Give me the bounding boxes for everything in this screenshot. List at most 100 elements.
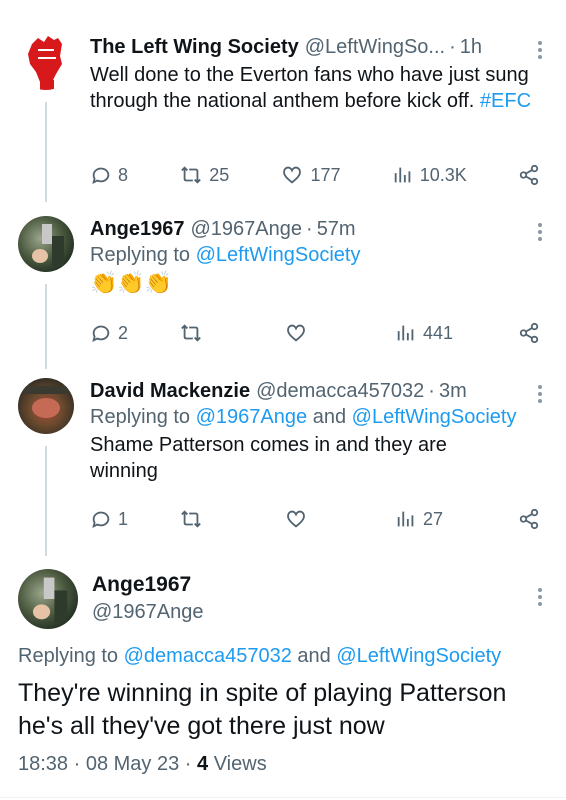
avatar-column bbox=[18, 569, 78, 629]
avatar-ange1967[interactable] bbox=[18, 216, 74, 272]
views-button[interactable]: 10.3K bbox=[392, 164, 467, 186]
reply-button[interactable]: 8 bbox=[90, 164, 128, 186]
views-icon bbox=[397, 511, 414, 527]
separator-dot: · bbox=[73, 753, 86, 775]
action-bar: 8 25 177 10.3K bbox=[90, 164, 540, 186]
views-icon bbox=[394, 167, 411, 183]
share-button[interactable] bbox=[518, 164, 540, 186]
separator-dot: · bbox=[449, 36, 456, 58]
reply-icon bbox=[92, 511, 110, 529]
author-handle[interactable]: @1967Ange bbox=[92, 601, 204, 624]
views-count: 10.3K bbox=[419, 164, 467, 185]
reply-count: 2 bbox=[118, 322, 129, 343]
avatar-photo-icon bbox=[32, 224, 64, 266]
replying-handle-link[interactable]: @demacca457032 bbox=[124, 645, 292, 667]
tweet-date[interactable]: 08 May 23 bbox=[86, 753, 179, 775]
more-icon[interactable] bbox=[538, 220, 542, 244]
tweet-time[interactable]: 18:38 bbox=[18, 753, 68, 775]
views-count: 441 bbox=[422, 322, 454, 343]
retweet-button[interactable] bbox=[179, 508, 233, 530]
author-name[interactable]: Ange1967 bbox=[92, 573, 204, 597]
separator-dot: · bbox=[184, 753, 198, 775]
author-handle[interactable]: @LeftWingSo... bbox=[305, 34, 445, 60]
views-label: Views bbox=[213, 753, 267, 775]
like-button[interactable]: 177 bbox=[280, 164, 341, 186]
avatar-david-mackenzie[interactable] bbox=[18, 378, 74, 434]
thread-line bbox=[45, 446, 47, 556]
tweet-1[interactable]: The Left Wing Society @LeftWingSo... · 1… bbox=[0, 30, 566, 205]
timestamp[interactable]: 3m bbox=[439, 378, 467, 404]
like-icon bbox=[287, 324, 305, 342]
tweet-body: Well done to the Everton fans who have j… bbox=[90, 64, 529, 112]
replying-handle-link[interactable]: @LeftWingSociety bbox=[352, 406, 517, 428]
more-icon[interactable] bbox=[538, 585, 542, 609]
views-button[interactable]: 27 bbox=[395, 508, 467, 530]
retweet-button[interactable] bbox=[179, 322, 233, 344]
separator-dot: · bbox=[306, 218, 313, 240]
avatar-column bbox=[18, 378, 74, 434]
tweet-header: Ange1967 @1967Ange · 57m bbox=[90, 216, 546, 242]
like-button[interactable] bbox=[284, 508, 344, 530]
replying-handle-link[interactable]: @1967Ange bbox=[196, 406, 308, 428]
thread-line bbox=[45, 284, 47, 369]
more-icon[interactable] bbox=[538, 38, 542, 62]
replying-handle-link[interactable]: @LeftWingSociety bbox=[336, 645, 501, 667]
tweet-2[interactable]: Ange1967 @1967Ange · 57m Replying to @Le… bbox=[0, 212, 566, 369]
reply-icon bbox=[92, 325, 110, 343]
replying-prefix: Replying to bbox=[90, 406, 191, 428]
reply-count: 8 bbox=[118, 164, 129, 185]
share-icon bbox=[519, 508, 539, 530]
author-name[interactable]: David Mackenzie bbox=[90, 378, 250, 404]
share-button[interactable] bbox=[518, 322, 540, 344]
avatar-leftwingsociety[interactable] bbox=[18, 34, 74, 90]
retweet-icon bbox=[181, 166, 202, 184]
avatar-photo-icon bbox=[24, 386, 68, 418]
share-icon bbox=[519, 322, 539, 344]
avatar-photo-icon bbox=[33, 577, 68, 623]
tweet-header: David Mackenzie @demacca457032 · 3m bbox=[90, 378, 546, 404]
replying-and: and bbox=[312, 406, 347, 428]
tweet-text: Shame Patterson comes in and they are wi… bbox=[90, 434, 447, 482]
retweet-icon bbox=[181, 324, 201, 342]
retweet-button[interactable]: 25 bbox=[179, 164, 229, 186]
action-bar: 1 27 bbox=[90, 508, 540, 530]
tweet-3[interactable]: David Mackenzie @demacca457032 · 3m Repl… bbox=[0, 374, 566, 556]
replying-and: and bbox=[297, 645, 331, 667]
like-icon bbox=[287, 510, 305, 528]
raised-fist-logo-icon bbox=[28, 36, 62, 90]
like-count: 177 bbox=[310, 164, 341, 185]
replying-to-line: Replying to @LeftWingSociety bbox=[90, 242, 546, 268]
thread-line bbox=[45, 102, 47, 202]
tweet-text: They're winning in spite of playing Patt… bbox=[18, 679, 507, 740]
more-icon[interactable] bbox=[538, 382, 542, 406]
divider bbox=[0, 797, 566, 798]
retweet-count: 25 bbox=[209, 164, 230, 185]
reply-count: 1 bbox=[118, 508, 129, 529]
author-block: Ange1967 @1967Ange bbox=[92, 573, 204, 624]
reply-button[interactable]: 1 bbox=[90, 508, 128, 530]
avatar-ange1967[interactable] bbox=[18, 569, 78, 629]
replying-prefix: Replying to bbox=[90, 244, 191, 266]
views-count: 4 bbox=[197, 753, 209, 775]
retweet-icon bbox=[181, 510, 201, 528]
timestamp[interactable]: 1h bbox=[460, 34, 482, 60]
author-name[interactable]: The Left Wing Society bbox=[90, 34, 299, 60]
separator-dot: · bbox=[428, 380, 435, 402]
share-button[interactable] bbox=[518, 508, 540, 530]
hashtag-link[interactable]: #EFC bbox=[480, 90, 531, 112]
replying-prefix: Replying to bbox=[18, 645, 119, 667]
views-count: 27 bbox=[422, 508, 443, 529]
timestamp[interactable]: 57m bbox=[317, 216, 356, 242]
author-handle[interactable]: @1967Ange bbox=[191, 216, 303, 242]
reply-button[interactable]: 2 bbox=[90, 322, 128, 344]
replying-to-line: Replying to @demacca457032 and @LeftWing… bbox=[18, 645, 501, 668]
author-name[interactable]: Ange1967 bbox=[90, 216, 185, 242]
like-button[interactable] bbox=[284, 322, 344, 344]
views-icon bbox=[397, 325, 414, 341]
replying-handle-link[interactable]: @LeftWingSociety bbox=[196, 244, 361, 266]
tweet-meta: 18:38 · 08 May 23 · 4 Views bbox=[18, 753, 267, 776]
main-tweet: Ange1967 @1967Ange Replying to @demacca4… bbox=[0, 565, 566, 800]
views-button[interactable]: 441 bbox=[395, 322, 467, 344]
author-handle[interactable]: @demacca457032 bbox=[256, 378, 424, 404]
reply-icon bbox=[92, 167, 110, 185]
